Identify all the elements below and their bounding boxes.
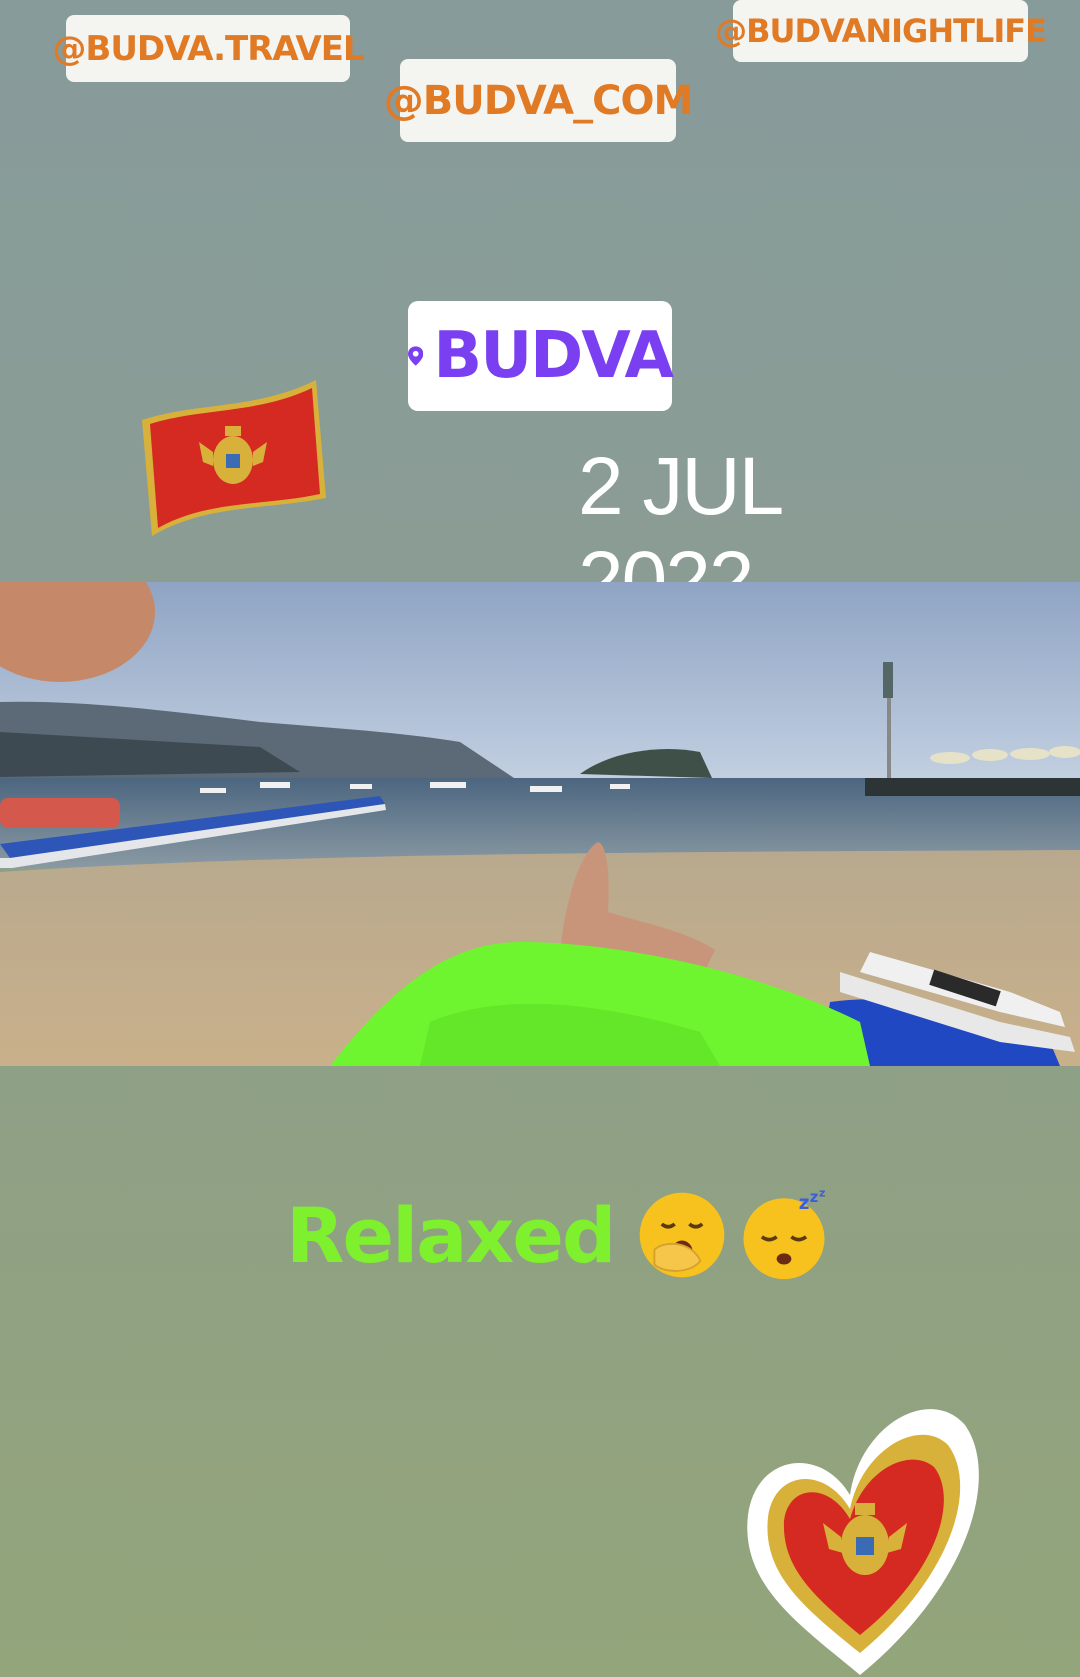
location-label: BUDVA	[433, 319, 674, 393]
location-sticker[interactable]: BUDVA	[408, 301, 674, 411]
mention-sticker-budvanightlife[interactable]: @BUDVANIGHTLIFE	[715, 0, 1047, 62]
location-pin-icon	[408, 346, 424, 366]
montenegro-heart-icon	[747, 1409, 979, 1675]
mention-sticker-budva-com[interactable]: @BUDVA_COM	[384, 59, 693, 142]
montenegro-flag-icon	[142, 380, 326, 536]
svg-text:z: z	[819, 1189, 825, 1199]
mention-sticker-budva-travel[interactable]: @BUDVA.TRAVEL	[52, 15, 365, 82]
caption-relaxed: Relaxed z z z	[286, 1180, 830, 1290]
yawning-face-icon	[640, 1192, 725, 1278]
svg-text:z: z	[799, 1193, 810, 1214]
sleeping-face-icon: z z z	[743, 1189, 826, 1280]
caption-text: Relaxed	[286, 1190, 616, 1280]
beach-photo	[0, 582, 1080, 1066]
svg-text:z: z	[810, 1189, 819, 1206]
